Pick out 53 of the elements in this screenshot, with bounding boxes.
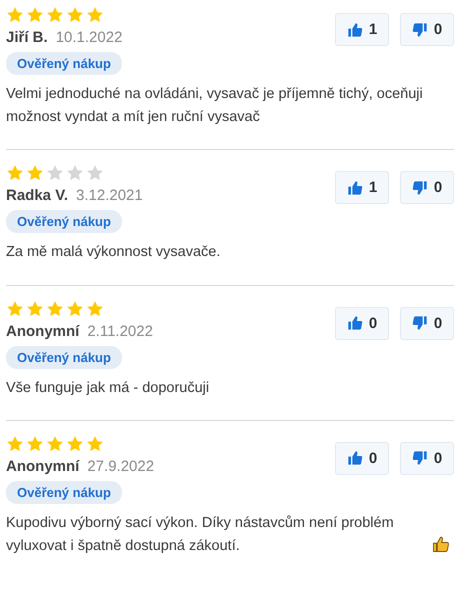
- dislike-button[interactable]: 0: [400, 171, 454, 204]
- review-date: 2.11.2022: [87, 322, 153, 340]
- star-icon: [6, 300, 24, 318]
- star-icon: [86, 300, 104, 318]
- like-button[interactable]: 0: [335, 306, 389, 340]
- verified-purchase-badge: Ověřený nákup: [6, 480, 122, 504]
- review-text: Kupodivu výborný sací výkon. Díky nástavcům není problém vyluxovat i špatně dostupná zákoutí.: [6, 514, 395, 556]
- thumbs-up-icon: [346, 315, 363, 332]
- author-name: Jiří B.: [6, 29, 48, 46]
- thumbs-down-icon: [412, 450, 428, 466]
- star-icon: [46, 300, 64, 318]
- star-icon: [6, 164, 24, 182]
- verified-purchase-badge: Ověřený nákup: [6, 52, 122, 75]
- verified-purchase-badge: Ověřený nákup: [6, 210, 122, 234]
- thumbs-up-icon: [432, 534, 450, 553]
- star-icon: [6, 6, 24, 24]
- thumbs-up-icon: [346, 180, 363, 196]
- thumbs-down-icon: [412, 22, 428, 38]
- star-icon: [66, 300, 84, 318]
- thumbs-down-icon: [412, 315, 428, 332]
- dislike-button[interactable]: 0: [400, 13, 454, 46]
- like-button[interactable]: 1: [335, 13, 389, 46]
- review-date: 3.12.2021: [76, 187, 143, 204]
- star-icon: [26, 164, 44, 182]
- review-text: Velmi jednoduché na ovládáni, vysavač je příjemně tichý, oceňuji možnost vyndat a mít jen ruční vysavač: [6, 85, 424, 128]
- dislike-button[interactable]: 0: [400, 442, 454, 475]
- thumbs-up-icon: [346, 22, 363, 38]
- star-icon: [66, 6, 84, 24]
- star-icon: [86, 164, 104, 182]
- star-icon: [46, 434, 64, 453]
- author-name: Radka V.: [6, 187, 68, 204]
- review-date: 10.1.2022: [56, 29, 122, 46]
- like-button[interactable]: 1: [335, 171, 389, 204]
- thumbs-down-icon: [412, 180, 428, 196]
- star-icon: [26, 6, 44, 24]
- star-icon: [86, 434, 104, 453]
- review-text: Za mě malá výkonnost vysavače.: [6, 243, 220, 262]
- review-text: Vše funguje jak má - doporučuji: [6, 378, 210, 398]
- dislike-button[interactable]: 0: [400, 306, 454, 340]
- author-name: Anonymní: [6, 322, 80, 340]
- review-date: 27.9.2022: [87, 458, 154, 475]
- star-icon: [86, 6, 104, 24]
- author-name: Anonymní: [6, 458, 80, 475]
- star-icon: [26, 300, 44, 318]
- like-button[interactable]: 0: [335, 442, 389, 475]
- star-icon: [26, 434, 44, 453]
- star-icon: [46, 6, 64, 24]
- thumbs-up-icon: [346, 450, 363, 466]
- star-icon: [66, 434, 84, 453]
- verified-purchase-badge: Ověřený nákup: [6, 346, 122, 369]
- star-icon: [66, 164, 84, 182]
- star-icon: [6, 434, 24, 453]
- star-icon: [46, 164, 64, 182]
